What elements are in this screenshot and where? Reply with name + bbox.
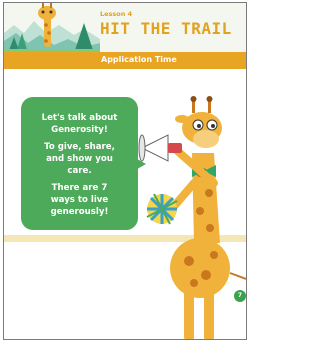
bubble-line: and show you: [46, 154, 113, 164]
bubble-line: ways to live: [50, 195, 109, 205]
section-title: Application Time: [101, 55, 177, 64]
bubble-line: Let's talk about: [41, 113, 118, 123]
page-frame: Lesson 4 HIT THE TRAIL Application Time …: [3, 2, 247, 340]
worksheet-page: Lesson 4 HIT THE TRAIL Application Time …: [0, 0, 252, 343]
page-number-badge: 7: [234, 290, 246, 302]
page-title: HIT THE TRAIL: [100, 19, 232, 38]
bubble-line: care.: [67, 166, 92, 176]
bubble-line: There are 7: [51, 183, 108, 193]
header: Lesson 4 HIT THE TRAIL: [4, 3, 246, 55]
bubble-text: Let's talk about Generosity! To give, sh…: [21, 112, 138, 218]
bubble-line: To give, share,: [44, 142, 115, 152]
speech-bubble: Let's talk about Generosity! To give, sh…: [21, 97, 138, 230]
giraffe-header-icon: [38, 3, 56, 47]
pom-pom-icon: [146, 193, 178, 225]
bubble-line: Generosity!: [51, 125, 108, 135]
lesson-label: Lesson 4: [100, 10, 133, 18]
section-bar: Application Time: [4, 52, 246, 69]
megaphone-icon: [138, 134, 182, 162]
bubble-line: generously!: [50, 207, 109, 217]
